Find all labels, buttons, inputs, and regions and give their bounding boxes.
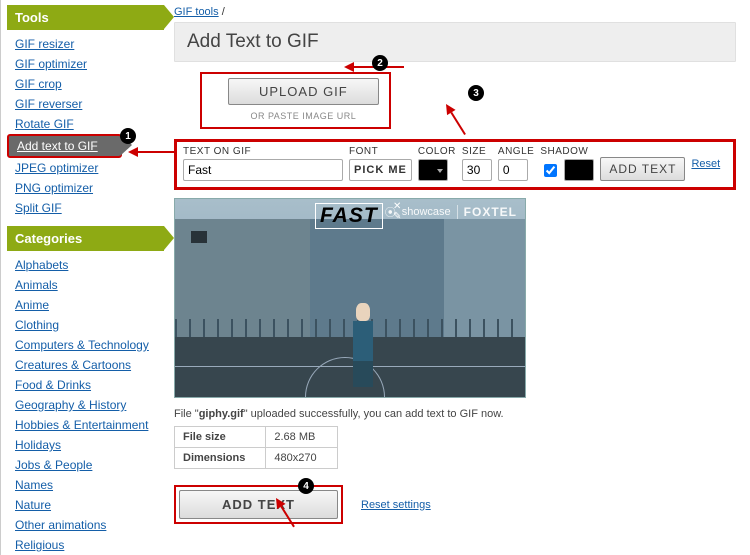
gif-preview[interactable]: ⦿ showcase FOXTEL FAST ✕✎ xyxy=(174,198,526,398)
text-on-gif-input[interactable] xyxy=(183,159,343,181)
label-color: COLOR xyxy=(418,146,456,157)
arrow-icon xyxy=(344,62,354,72)
reset-link[interactable]: Reset xyxy=(691,158,720,170)
breadcrumb-sep: / xyxy=(222,6,225,18)
watermark: ⦿ showcase FOXTEL xyxy=(385,205,517,219)
cat-anime[interactable]: Anime xyxy=(7,295,164,315)
shadow-color-picker[interactable] xyxy=(564,159,594,181)
label-size: SIZE xyxy=(462,146,492,157)
size-input[interactable] xyxy=(462,159,492,181)
tools-header: Tools xyxy=(7,5,164,30)
sidebar-item-rotate-gif[interactable]: Rotate GIF xyxy=(7,114,164,134)
font-selector[interactable]: PICK ME xyxy=(349,159,412,181)
cat-other[interactable]: Other animations xyxy=(7,515,164,535)
cat-alphabets[interactable]: Alphabets xyxy=(7,255,164,275)
filename: giphy.gif xyxy=(199,408,244,420)
categories-header: Categories xyxy=(7,226,164,251)
page-title: Add Text to GIF xyxy=(174,22,736,62)
shadow-checkbox[interactable] xyxy=(544,164,557,177)
label-text-on-gif: TEXT ON GIF xyxy=(183,146,343,157)
color-picker[interactable] xyxy=(418,159,448,181)
cat-religious[interactable]: Religious xyxy=(7,535,164,555)
paste-url-hint: OR PASTE IMAGE URL xyxy=(228,111,379,121)
watermark-showcase: showcase xyxy=(402,206,451,218)
sidebar-item-png-optimizer[interactable]: PNG optimizer xyxy=(7,178,164,198)
file-info-table: File size2.68 MB Dimensions480x270 xyxy=(174,426,338,469)
breadcrumb: GIF tools / xyxy=(174,6,736,18)
sidebar: Tools GIF resizer GIF optimizer GIF crop… xyxy=(0,0,168,555)
cat-holidays[interactable]: Holidays xyxy=(7,435,164,455)
sidebar-item-gif-optimizer[interactable]: GIF optimizer xyxy=(7,54,164,74)
file-info: File "giphy.gif" uploaded successfully, … xyxy=(174,408,736,469)
cat-hobbies[interactable]: Hobbies & Entertainment xyxy=(7,415,164,435)
cat-nature[interactable]: Nature xyxy=(7,495,164,515)
cat-clothing[interactable]: Clothing xyxy=(7,315,164,335)
font-preview: PICK ME xyxy=(354,164,407,176)
label-shadow: SHADOW xyxy=(540,146,594,157)
overlay-text-box[interactable]: FAST xyxy=(315,203,383,229)
watermark-foxtel: FOXTEL xyxy=(464,205,517,219)
table-row: File size2.68 MB xyxy=(175,427,338,448)
angle-input[interactable] xyxy=(498,159,528,181)
add-text-button[interactable]: ADD TEXT xyxy=(179,490,338,519)
add-text-inline-button[interactable]: ADD TEXT xyxy=(600,157,685,181)
label-font: FONT xyxy=(349,146,412,157)
cat-names[interactable]: Names xyxy=(7,475,164,495)
cat-geography[interactable]: Geography & History xyxy=(7,395,164,415)
arrow-line xyxy=(354,66,404,68)
upload-section: UPLOAD GIF OR PASTE IMAGE URL xyxy=(200,72,391,129)
upload-gif-button[interactable]: UPLOAD GIF xyxy=(228,78,379,105)
table-row: Dimensions480x270 xyxy=(175,448,338,469)
sidebar-item-add-text[interactable]: Add text to GIF xyxy=(7,134,122,158)
cat-creatures[interactable]: Creatures & Cartoons xyxy=(7,355,164,375)
cat-animals[interactable]: Animals xyxy=(7,275,164,295)
sidebar-item-gif-crop[interactable]: GIF crop xyxy=(7,74,164,94)
sidebar-item-split-gif[interactable]: Split GIF xyxy=(7,198,164,218)
sidebar-item-gif-resizer[interactable]: GIF resizer xyxy=(7,34,164,54)
main-content: GIF tools / Add Text to GIF UPLOAD GIF O… xyxy=(168,0,750,555)
overlay-handles[interactable]: ✕✎ xyxy=(393,202,401,222)
add-text-section: ADD TEXT Reset settings xyxy=(174,485,736,524)
text-options-panel: TEXT ON GIF FONT PICK ME COLOR SIZE ANGL… xyxy=(174,139,736,190)
cat-computers[interactable]: Computers & Technology xyxy=(7,335,164,355)
label-angle: ANGLE xyxy=(498,146,534,157)
cat-food[interactable]: Food & Drinks xyxy=(7,375,164,395)
cat-jobs[interactable]: Jobs & People xyxy=(7,455,164,475)
reset-settings-link[interactable]: Reset settings xyxy=(361,499,431,511)
breadcrumb-link[interactable]: GIF tools xyxy=(174,6,219,18)
sidebar-item-gif-reverser[interactable]: GIF reverser xyxy=(7,94,164,114)
sidebar-item-jpeg-optimizer[interactable]: JPEG optimizer xyxy=(7,158,164,178)
